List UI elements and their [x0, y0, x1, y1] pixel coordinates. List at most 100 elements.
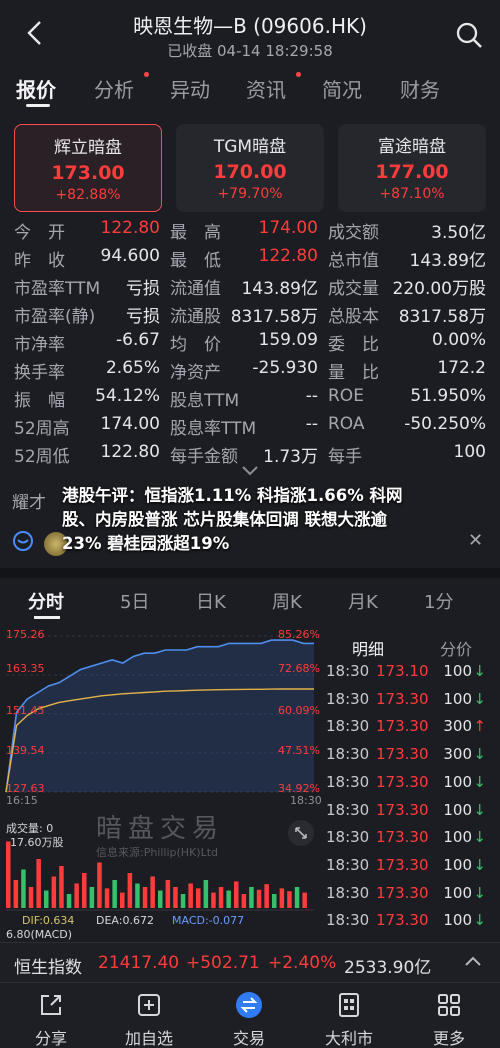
trade-price: 173.30: [376, 800, 429, 819]
trade-row: 18:30 173.30 100↓: [322, 773, 500, 801]
intraday-chart[interactable]: 175.26 163.35 151.45 139.54 127.63 85.26…: [0, 624, 322, 942]
volume-bar: [89, 887, 95, 908]
volume-bar: [226, 890, 231, 908]
nav-more[interactable]: 更多: [414, 991, 484, 1048]
stat-value: 122.80: [258, 246, 318, 266]
chart-tab-5day[interactable]: 5日: [120, 588, 149, 614]
tab-quote[interactable]: 报价: [16, 74, 56, 103]
darkpool-change: +79.70%: [217, 186, 283, 202]
volume-bar: [287, 891, 292, 908]
y-tick-label: 163.35: [6, 662, 45, 675]
trade-volume: 100: [443, 911, 472, 930]
index-change: +502.71: [186, 953, 260, 973]
index-value: 21417.40: [98, 953, 180, 973]
trade-time: 18:30: [326, 772, 370, 791]
stat-label: 市盈率(静): [14, 307, 96, 327]
chart-tab-weekly[interactable]: 周K: [272, 588, 302, 614]
stat-value: 0.00%: [431, 330, 486, 350]
trade-row: 18:30 173.30 100↓: [322, 911, 500, 939]
stat-value: 2.65%: [105, 358, 160, 378]
expand-icon[interactable]: [288, 820, 314, 846]
stats-row: 市盈率(静) 亏损 流通股 8317.58万 总股本 8317.58万: [0, 302, 500, 330]
stat-value: 51.950%: [410, 386, 486, 406]
stat-value: 122.80: [100, 218, 160, 238]
chart-tab-1min[interactable]: 1分: [424, 588, 453, 614]
chart-tab-daily[interactable]: 日K: [196, 588, 226, 614]
volume-bar: [36, 859, 41, 908]
search-icon[interactable]: [454, 20, 484, 50]
bottom-nav: 分享 加自选 交易 大利市 更多: [0, 982, 500, 1048]
stat-label: 今 开: [14, 223, 65, 243]
volume-bar: [13, 880, 19, 908]
chevron-up-icon[interactable]: [464, 953, 482, 972]
volume-bar: [142, 887, 148, 908]
trade-volume: 100: [443, 689, 472, 708]
tab-analysis[interactable]: 分析: [94, 74, 134, 103]
chart-tab-monthly[interactable]: 月K: [348, 588, 378, 614]
volume-bar: [44, 890, 49, 908]
arrow-down-icon: ↓: [473, 662, 486, 680]
darkpool-card-tgm[interactable]: TGM暗盘 170.00 +79.70%: [176, 124, 324, 212]
building-icon: [335, 991, 363, 1019]
index-ticker[interactable]: 恒生指数 21417.40 +502.71 +2.40% 2533.90亿: [0, 942, 500, 982]
nav-share[interactable]: 分享: [16, 991, 86, 1048]
tab-movement[interactable]: 异动: [170, 74, 210, 103]
chart-tab-intraday[interactable]: 分时: [28, 588, 64, 614]
stat-label: 股息率TTM: [170, 419, 257, 439]
darkpool-card-futu[interactable]: 富途暗盘 177.00 +87.10%: [338, 124, 486, 212]
volume-bar: [218, 887, 224, 908]
x-end-label: 18:30: [290, 794, 322, 807]
stat-value: 8317.58万: [398, 307, 486, 327]
index-name: 恒生指数: [14, 958, 82, 978]
chart-svg: [5, 635, 314, 911]
news-overlay[interactable]: 港股午评：恒指涨1.11% 科指涨1.66% 科网股、内房股普涨 芯片股集体回调…: [0, 478, 500, 560]
stat-value: 143.89亿: [241, 279, 318, 299]
darkpool-name: TGM暗盘: [213, 137, 287, 157]
nav-dalishi[interactable]: 大利市: [314, 991, 384, 1048]
volume-bar: [51, 876, 57, 908]
tab-profile[interactable]: 简况: [322, 74, 362, 103]
volume-bar: [127, 873, 133, 908]
macd-scale: 6.80(MACD): [6, 928, 73, 941]
trade-time: 18:30: [326, 745, 370, 764]
trade-row: 18:30 173.30 100↓: [322, 856, 500, 884]
stat-label: 净资产: [170, 363, 221, 383]
trade-volume: 100: [443, 800, 472, 819]
trade-row: 18:30 173.30 100↓: [322, 801, 500, 829]
volume-bar: [120, 892, 125, 908]
stat-label: 振 幅: [14, 391, 65, 411]
stat-value: 172.2: [437, 358, 486, 378]
stat-label: 市盈率TTM: [14, 279, 101, 299]
y-tick-label: 175.26: [6, 628, 45, 641]
tab-news[interactable]: 资讯: [246, 74, 286, 103]
trade-price: 173.30: [376, 911, 429, 930]
page-title: 映恩生物—B (09606.HK): [133, 14, 367, 38]
stat-value: 亏损: [126, 279, 160, 299]
stat-value: 94.600: [100, 246, 160, 266]
trade-volume: 100: [443, 772, 472, 791]
volume-bar: [112, 880, 117, 908]
trade-volume: 100: [443, 662, 472, 680]
darkpool-card-phillip[interactable]: 辉立暗盘 173.00 +82.88%: [14, 124, 162, 212]
stats-row: 昨 收 94.600 最 低 122.80 总市值 143.89亿: [0, 246, 500, 274]
tab-finance[interactable]: 财务: [400, 74, 440, 103]
arrow-down-icon: ↓: [473, 855, 486, 874]
trade-row: 18:30 173.30 100↓: [322, 828, 500, 856]
trade-row: 18:30 173.30 100↓: [322, 690, 500, 718]
nav-label: 更多: [432, 1029, 465, 1048]
nav-add-watchlist[interactable]: 加自选: [114, 991, 184, 1048]
macd-dea: DEA:0.672: [96, 914, 154, 927]
market-status: 已收盘 04-14 18:29:58: [167, 42, 333, 60]
grid-icon: [435, 991, 463, 1019]
tab-price-distribution[interactable]: 分价: [440, 636, 472, 660]
tab-trade-detail[interactable]: 明细: [352, 636, 384, 660]
stats-row: 52周高 174.00 股息率TTM -- ROA -50.250%: [0, 414, 500, 442]
darkpool-change: +82.88%: [55, 187, 121, 203]
nav-trade[interactable]: 交易: [214, 991, 284, 1048]
trade-volume: 100: [443, 883, 472, 902]
stat-label: 总股本: [328, 307, 379, 327]
stat-label: 委 比: [328, 335, 379, 355]
volume-bar: [158, 890, 163, 908]
trade-time: 18:30: [326, 855, 370, 874]
stat-value: 122.80: [100, 442, 160, 462]
